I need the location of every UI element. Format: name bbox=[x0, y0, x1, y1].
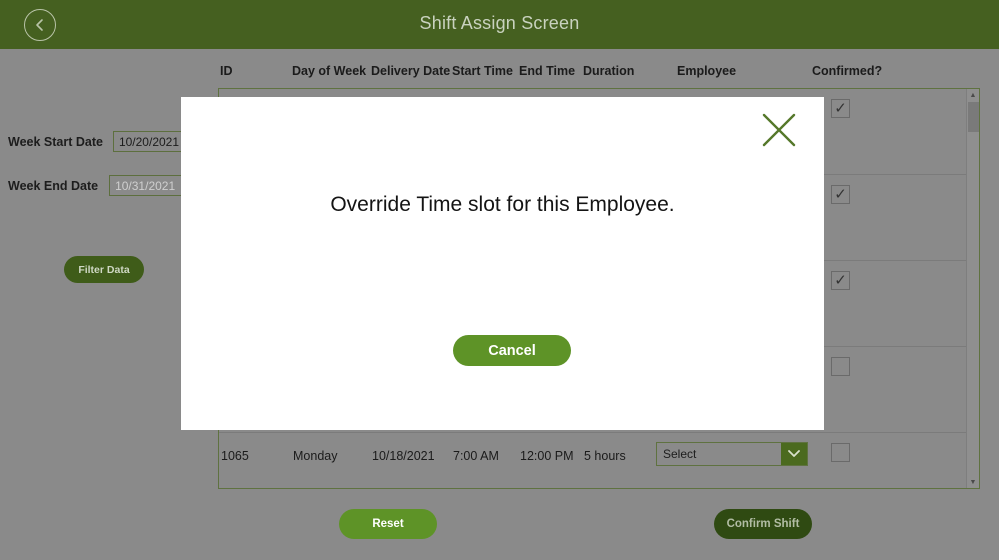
override-modal: Override Time slot for this Employee. Ca… bbox=[181, 97, 824, 430]
week-end-date-input[interactable]: 10/31/2021 bbox=[109, 175, 192, 196]
app-root: Shift Assign Screen Week Start Date 10/2… bbox=[0, 0, 999, 560]
column-header-employee: Employee bbox=[677, 64, 737, 78]
cell-end-time: 12:00 PM bbox=[520, 449, 574, 463]
filter-data-button[interactable]: Filter Data bbox=[64, 256, 144, 283]
confirmed-checkbox[interactable] bbox=[831, 443, 850, 462]
confirmed-checkbox[interactable] bbox=[831, 357, 850, 376]
scroll-down-arrow-icon[interactable]: ▼ bbox=[967, 476, 979, 488]
column-header-end-time: End Time bbox=[519, 64, 576, 78]
employee-select[interactable]: Select bbox=[656, 442, 808, 466]
confirmed-checkbox[interactable]: ✓ bbox=[831, 271, 850, 290]
week-start-date-label: Week Start Date bbox=[8, 134, 103, 149]
column-header-id: ID bbox=[220, 64, 233, 78]
check-icon: ✓ bbox=[834, 186, 847, 203]
week-end-date-row: Week End Date 10/31/2021 bbox=[8, 175, 192, 196]
confirmed-checkbox[interactable]: ✓ bbox=[831, 99, 850, 118]
check-icon: ✓ bbox=[834, 272, 847, 289]
week-end-date-label: Week End Date bbox=[8, 178, 99, 193]
table-row[interactable]: 1065 Monday 10/18/2021 7:00 AM 12:00 PM … bbox=[219, 433, 979, 488]
column-header-day-of-week: Day of Week bbox=[292, 64, 367, 78]
column-header-confirmed: Confirmed? bbox=[812, 64, 883, 78]
close-x-icon[interactable] bbox=[760, 111, 798, 149]
page-title: Shift Assign Screen bbox=[419, 13, 580, 33]
column-header-start-time: Start Time bbox=[452, 64, 513, 78]
chevron-down-icon bbox=[781, 443, 807, 465]
cell-start-time: 7:00 AM bbox=[453, 449, 499, 463]
scroll-up-arrow-icon[interactable]: ▲ bbox=[967, 89, 979, 101]
confirm-shift-button[interactable]: Confirm Shift bbox=[714, 509, 812, 539]
cancel-button[interactable]: Cancel bbox=[453, 335, 571, 366]
cell-duration: 5 hours bbox=[584, 449, 626, 463]
cell-id: 1065 bbox=[221, 449, 249, 463]
week-start-date-row: Week Start Date 10/20/2021 bbox=[8, 131, 195, 152]
cell-day-of-week: Monday bbox=[293, 449, 338, 463]
employee-select-value: Select bbox=[663, 447, 697, 461]
reset-button[interactable]: Reset bbox=[339, 509, 437, 539]
scrollbar-thumb[interactable] bbox=[968, 102, 979, 132]
table-header: ID Day of Week Delivery Date Start Time … bbox=[218, 64, 980, 86]
confirmed-checkbox[interactable]: ✓ bbox=[831, 185, 850, 204]
column-header-delivery-date: Delivery Date bbox=[371, 64, 451, 78]
table-scrollbar[interactable]: ▲ ▼ bbox=[966, 89, 979, 488]
check-icon: ✓ bbox=[834, 100, 847, 117]
column-header-duration: Duration bbox=[583, 64, 635, 78]
modal-message: Override Time slot for this Employee. bbox=[330, 193, 675, 216]
cell-delivery-date: 10/18/2021 bbox=[372, 449, 435, 463]
app-header: Shift Assign Screen bbox=[0, 0, 999, 49]
